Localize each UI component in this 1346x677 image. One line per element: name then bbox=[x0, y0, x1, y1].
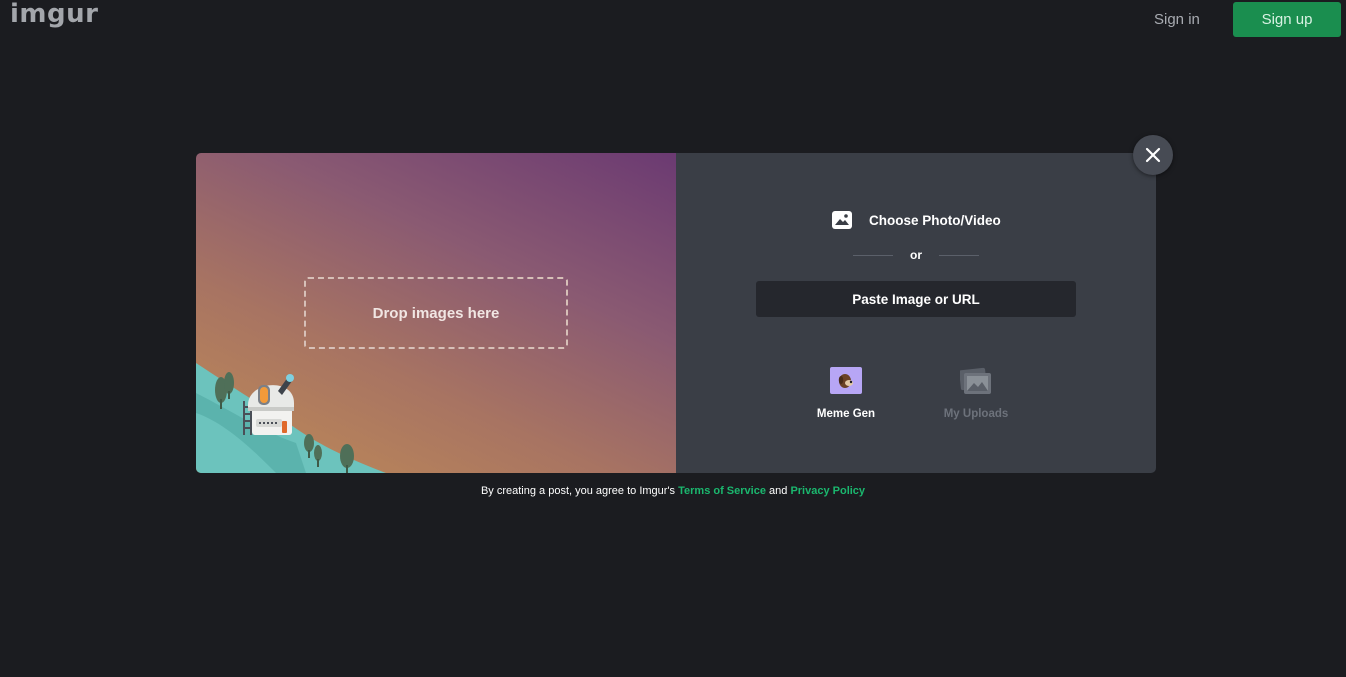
or-label: or bbox=[910, 248, 922, 262]
drop-panel[interactable]: Drop images here bbox=[196, 153, 676, 473]
sign-in-link[interactable]: Sign in bbox=[1150, 9, 1204, 30]
terms-prefix: By creating a post, you agree to Imgur's bbox=[480, 485, 676, 497]
observatory-illustration bbox=[196, 363, 386, 473]
meme-gen-label: Meme Gen bbox=[816, 408, 876, 420]
imgur-logo[interactable]: imgur bbox=[10, 0, 98, 29]
sign-up-button[interactable]: Sign up bbox=[1233, 2, 1341, 37]
close-icon bbox=[1145, 147, 1161, 163]
meme-gen-icon bbox=[830, 367, 862, 395]
terms-of-service-link[interactable]: Terms of Service bbox=[678, 485, 766, 497]
close-button[interactable] bbox=[1133, 135, 1173, 175]
privacy-policy-link[interactable]: Privacy Policy bbox=[790, 485, 865, 497]
divider-line-right bbox=[939, 254, 979, 256]
choose-photo-video-button[interactable]: Choose Photo/Video bbox=[832, 211, 1001, 229]
drop-zone[interactable]: Drop images here bbox=[304, 277, 568, 349]
divider-line-left bbox=[853, 254, 893, 256]
terms-notice: By creating a post, you agree to Imgur's… bbox=[0, 485, 1346, 497]
my-uploads-icon bbox=[959, 367, 992, 395]
top-bar: imgur Sign in Sign up bbox=[0, 0, 1346, 40]
upload-options-panel: Choose Photo/Video or Paste Image or URL… bbox=[676, 153, 1156, 473]
upload-modal: Drop images here Choose Photo/Video or P… bbox=[196, 153, 1156, 473]
meme-gen-button[interactable]: Meme Gen bbox=[801, 367, 891, 420]
my-uploads-label: My Uploads bbox=[943, 408, 1009, 420]
my-uploads-button[interactable]: My Uploads bbox=[931, 367, 1021, 420]
image-icon bbox=[832, 211, 852, 229]
choose-photo-video-label: Choose Photo/Video bbox=[869, 212, 1001, 228]
paste-image-url-button[interactable]: Paste Image or URL bbox=[756, 281, 1076, 317]
or-divider: or bbox=[853, 248, 979, 262]
terms-conjunction: and bbox=[769, 485, 788, 497]
